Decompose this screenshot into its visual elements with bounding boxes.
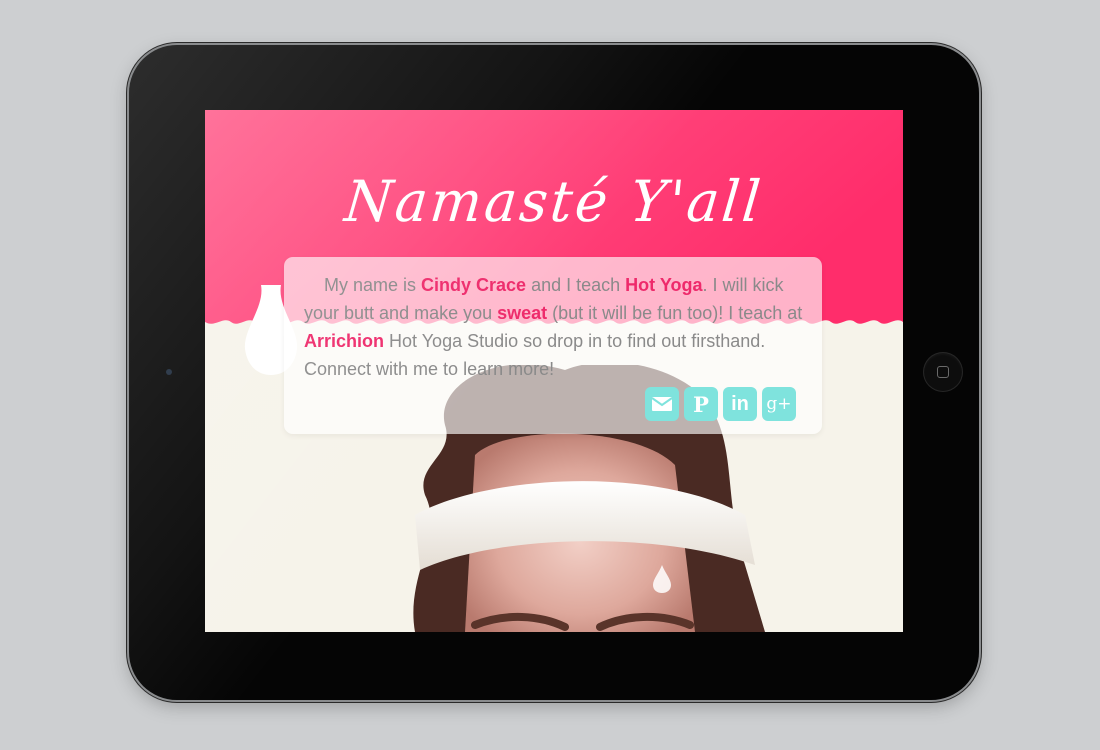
camera-lens [166, 369, 172, 375]
instructor-name: Cindy Crace [421, 275, 527, 295]
discipline-highlight: Hot Yoga [625, 275, 703, 295]
pinterest-button[interactable]: P [684, 387, 718, 421]
envelope-icon [651, 397, 673, 411]
linkedin-icon: in [731, 393, 749, 415]
linkedin-button[interactable]: in [723, 387, 757, 421]
sweat-highlight: sweat [497, 303, 548, 323]
pinterest-icon: P [693, 391, 709, 417]
bio-text-part: My name is [324, 275, 422, 295]
google-plus-icon: g+ [766, 393, 792, 414]
bio-card: My name is Cindy Crace and I teach Hot Y… [284, 257, 822, 434]
email-button[interactable] [645, 387, 679, 421]
sweat-drop-icon [653, 565, 671, 593]
bio-text-part: and I teach [526, 275, 626, 295]
home-square-icon [937, 366, 949, 378]
page-title: Namasté Y'all [341, 168, 767, 235]
bio-text-part: (but it will be fun too)! I teach at [547, 303, 803, 323]
bio-text: My name is Cindy Crace and I teach Hot Y… [304, 271, 804, 383]
studio-name: Arrichion [304, 331, 385, 351]
ipad-device: Namasté Y'all My name is Cindy Crace and… [129, 45, 979, 700]
home-button[interactable] [923, 352, 963, 392]
website-screen: Namasté Y'all My name is Cindy Crace and… [205, 110, 903, 632]
google-plus-button[interactable]: g+ [762, 387, 796, 421]
